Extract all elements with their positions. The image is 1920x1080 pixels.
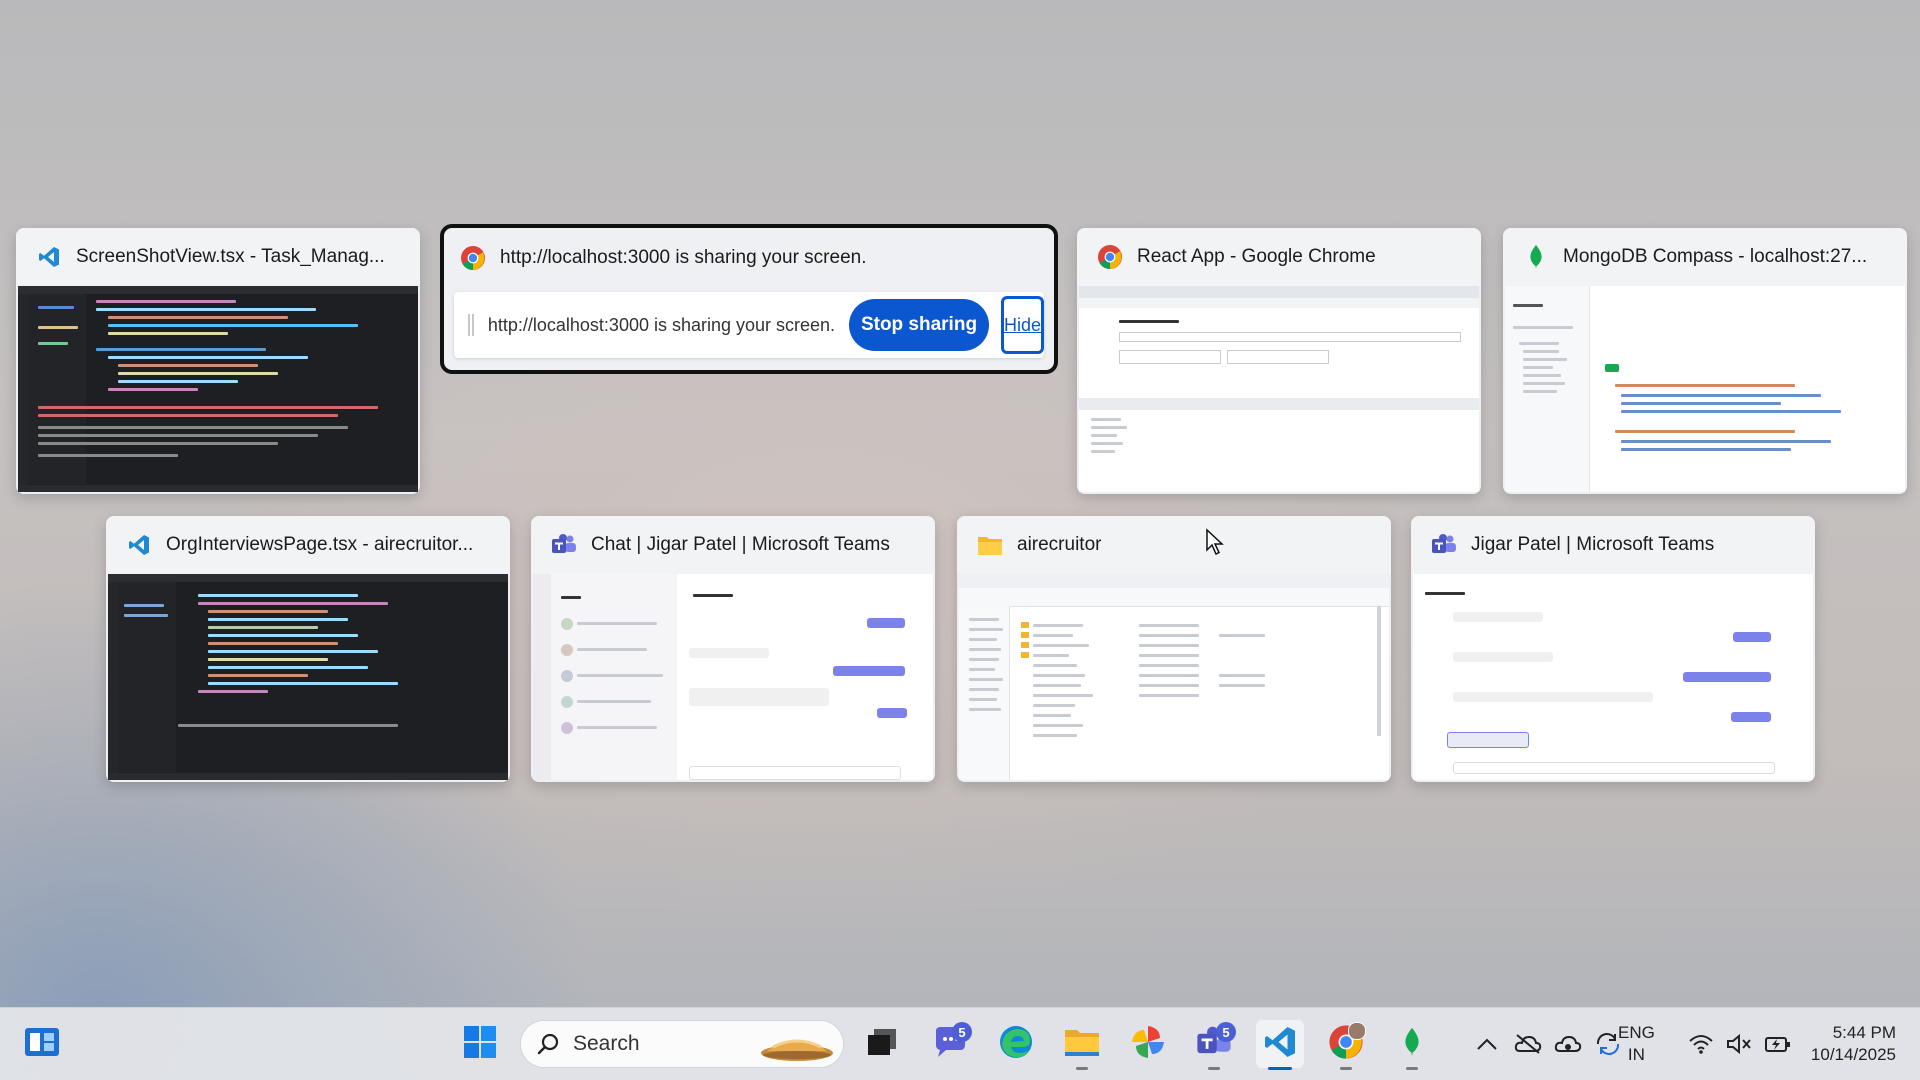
- running-indicator: [1076, 1067, 1088, 1070]
- window-card-screenshotview[interactable]: ScreenShotView.tsx - Task_Manag...: [16, 228, 420, 494]
- window-card-orginterviewspage[interactable]: OrgInterviewsPage.tsx - airecruitor...: [106, 516, 510, 782]
- mongodb-icon: [1523, 244, 1549, 270]
- screen-share-bar: http://localhost:3000 is sharing your sc…: [454, 292, 1044, 358]
- window-card-mongodb-compass[interactable]: MongoDB Compass - localhost:27...: [1503, 228, 1907, 494]
- wifi-icon: [1688, 1033, 1714, 1055]
- running-indicator: [1340, 1067, 1352, 1070]
- share-message: http://localhost:3000 is sharing your sc…: [487, 314, 836, 335]
- search-icon: [537, 1032, 561, 1056]
- edge-button[interactable]: [992, 1020, 1040, 1068]
- notification-badge: 5: [1216, 1022, 1236, 1042]
- language-indicator[interactable]: ENG IN: [1618, 1022, 1655, 1066]
- teams-chat-button[interactable]: 5: [926, 1020, 974, 1068]
- widgets-icon: [24, 1026, 60, 1063]
- pinwheel-icon: [1130, 1024, 1166, 1065]
- clock-date: 10/14/2025: [1810, 1045, 1896, 1064]
- photos-button[interactable]: [1124, 1020, 1172, 1068]
- window-card-react-app[interactable]: React App - Google Chrome: [1077, 228, 1481, 494]
- chrome-button[interactable]: [1322, 1020, 1370, 1070]
- window-thumbnail: [1079, 286, 1479, 492]
- task-view-button[interactable]: [858, 1020, 906, 1068]
- language-line1: ENG: [1618, 1023, 1655, 1042]
- window-card-header: airecruitor: [957, 516, 1391, 574]
- search-box[interactable]: Search: [520, 1020, 844, 1068]
- language-line2: IN: [1627, 1045, 1645, 1064]
- windows-logo-icon: [463, 1025, 497, 1064]
- window-card-title: airecruitor: [1017, 534, 1102, 555]
- drag-handle[interactable]: [468, 314, 474, 336]
- teams-icon: [1431, 532, 1457, 558]
- task-view-icon: [866, 1027, 898, 1062]
- edge-icon: [998, 1024, 1034, 1065]
- window-card-header: OrgInterviewsPage.tsx - airecruitor...: [106, 516, 510, 574]
- window-card-header: ScreenShotView.tsx - Task_Manag...: [16, 228, 420, 286]
- clock-time: 5:44 PM: [1832, 1023, 1896, 1042]
- cloud-status-icon[interactable]: [1554, 1033, 1582, 1055]
- window-card-title: http://localhost:3000 is sharing your sc…: [500, 247, 867, 268]
- mongodb-icon: [1399, 1025, 1425, 1064]
- hide-button[interactable]: Hide: [1000, 296, 1044, 354]
- clock[interactable]: 5:44 PM 10/14/2025: [1800, 1022, 1896, 1066]
- chevron-up-icon[interactable]: [1476, 1037, 1498, 1051]
- window-card-airecruitor[interactable]: airecruitor: [957, 516, 1391, 782]
- folder-icon: [1063, 1026, 1101, 1063]
- running-indicator: [1268, 1067, 1292, 1070]
- search-highlight-icon: [757, 1025, 837, 1070]
- window-thumbnail: [1413, 574, 1813, 780]
- window-card-title: Chat | Jigar Patel | Microsoft Teams: [591, 534, 890, 555]
- window-card-header: http://localhost:3000 is sharing your sc…: [444, 228, 1054, 288]
- onedrive-offline-icon[interactable]: [1514, 1033, 1542, 1055]
- window-thumbnail: [1505, 286, 1905, 492]
- window-thumbnail: [18, 286, 418, 492]
- window-card-sharing[interactable]: http://localhost:3000 is sharing your sc…: [440, 224, 1058, 374]
- window-card-header: React App - Google Chrome: [1077, 228, 1481, 286]
- vscode-icon: [36, 244, 62, 270]
- teams-icon: [551, 532, 577, 558]
- start-button[interactable]: [456, 1020, 504, 1068]
- running-indicator: [1406, 1067, 1418, 1070]
- quick-settings[interactable]: [1682, 1008, 1798, 1080]
- running-indicator: [1208, 1067, 1220, 1070]
- teams-button[interactable]: 5: [1190, 1020, 1238, 1070]
- mouse-cursor: [1205, 528, 1225, 561]
- window-card-title: MongoDB Compass - localhost:27...: [1563, 246, 1868, 267]
- chrome-icon: [1097, 244, 1123, 270]
- search-label: Search: [573, 1032, 640, 1055]
- vscode-icon: [1262, 1024, 1298, 1065]
- vscode-button[interactable]: [1256, 1020, 1304, 1070]
- widgets-button[interactable]: [18, 1020, 66, 1068]
- file-explorer-button[interactable]: [1058, 1020, 1106, 1070]
- vscode-icon: [126, 532, 152, 558]
- window-card-title: OrgInterviewsPage.tsx - airecruitor...: [166, 534, 474, 555]
- mongodb-button[interactable]: [1388, 1020, 1436, 1070]
- window-card-header: MongoDB Compass - localhost:27...: [1503, 228, 1907, 286]
- folder-icon: [977, 532, 1003, 558]
- notification-badge: 5: [952, 1022, 972, 1042]
- window-thumbnail: [108, 574, 508, 780]
- window-card-title: Jigar Patel | Microsoft Teams: [1471, 534, 1715, 555]
- window-card-teams-jigar[interactable]: Jigar Patel | Microsoft Teams: [1411, 516, 1815, 782]
- window-card-header: Chat | Jigar Patel | Microsoft Teams: [531, 516, 935, 574]
- profile-avatar: [1348, 1022, 1366, 1040]
- battery-charging-icon: [1764, 1033, 1792, 1055]
- speaker-muted-icon: [1726, 1033, 1752, 1055]
- stop-sharing-button[interactable]: Stop sharing: [849, 299, 989, 351]
- window-card-title: React App - Google Chrome: [1137, 246, 1376, 267]
- window-card-teams-chat[interactable]: Chat | Jigar Patel | Microsoft Teams: [531, 516, 935, 782]
- system-tray: [1466, 1008, 1628, 1080]
- chrome-icon: [460, 245, 486, 271]
- taskbar: Search 5 5 ENG IN 5:44 PM 10/14/2025: [0, 1007, 1920, 1080]
- window-card-header: Jigar Patel | Microsoft Teams: [1411, 516, 1815, 574]
- window-thumbnail: [533, 574, 933, 780]
- window-thumbnail: [959, 574, 1389, 780]
- window-card-title: ScreenShotView.tsx - Task_Manag...: [76, 246, 385, 267]
